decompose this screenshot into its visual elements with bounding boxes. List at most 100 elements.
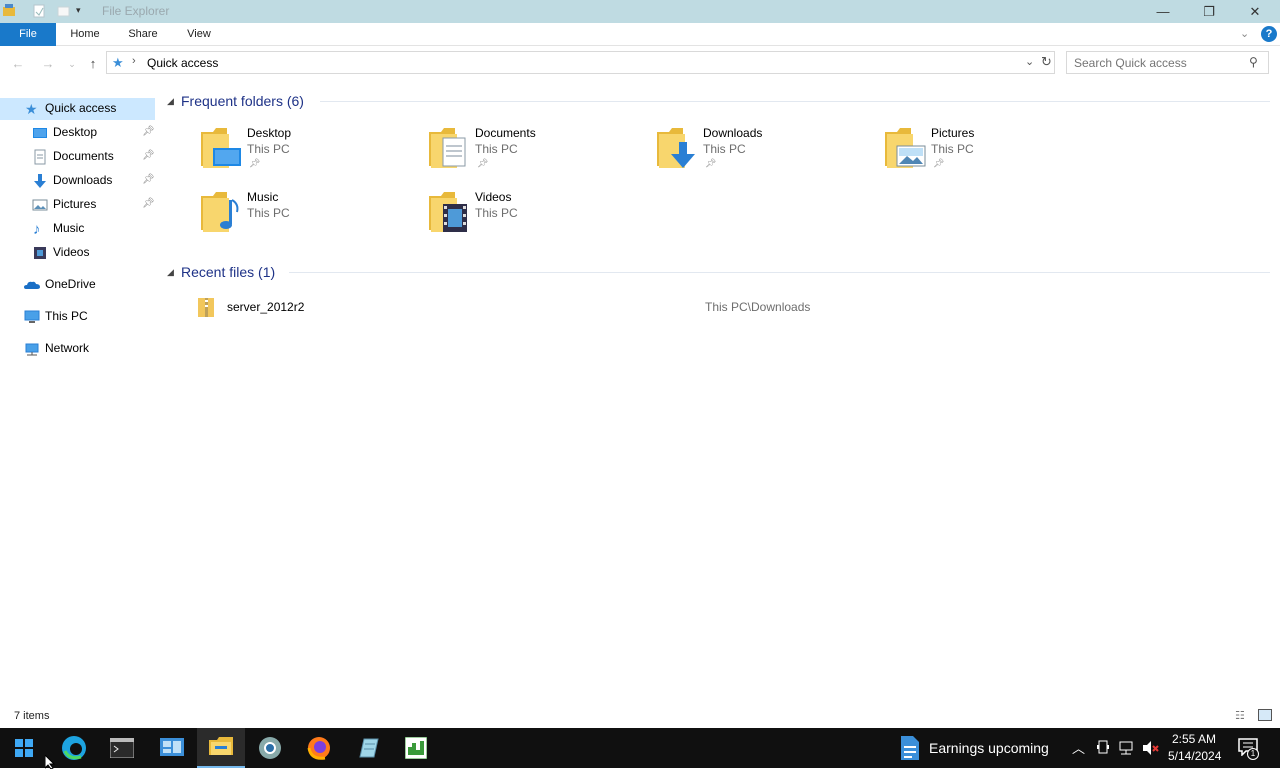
help-icon[interactable]: ? xyxy=(1261,26,1277,42)
computer-icon xyxy=(24,309,40,325)
folder-location: This PC xyxy=(931,142,974,156)
clock-date[interactable]: 5/14/2024 xyxy=(1168,749,1221,763)
sidebar-item-music[interactable]: ♪ Music xyxy=(0,218,155,240)
windows-logo-icon xyxy=(15,739,33,757)
sidebar-item-label: OneDrive xyxy=(45,277,96,291)
customize-toolbar-icon[interactable]: ▾ xyxy=(76,5,81,21)
pictures-icon xyxy=(32,197,48,213)
device-icon[interactable] xyxy=(1096,740,1110,756)
music-folder-icon xyxy=(201,192,239,232)
news-weather-icon[interactable] xyxy=(899,736,919,760)
chrome-icon xyxy=(259,737,281,759)
folder-tile-music[interactable]: Music This PC xyxy=(201,190,421,248)
taskbar-command-prompt[interactable] xyxy=(98,728,146,768)
videos-folder-icon xyxy=(429,192,467,232)
ribbon: File Home Share View ⌄ ? xyxy=(0,23,1280,46)
breadcrumb-chevron-icon[interactable]: › xyxy=(132,55,136,67)
sidebar-item-quick-access[interactable]: ★ Quick access xyxy=(0,98,155,120)
frequent-folders-header[interactable]: Frequent folders (6) xyxy=(181,93,304,109)
notification-center-button[interactable]: 1 xyxy=(1238,738,1260,760)
taskbar-notepad[interactable] xyxy=(344,728,392,768)
recent-files-header[interactable]: Recent files (1) xyxy=(181,264,275,280)
forward-arrow-icon[interactable]: → xyxy=(40,56,56,72)
firefox-icon xyxy=(307,737,330,760)
recent-locations-icon[interactable]: ⌄ xyxy=(64,56,80,72)
network-status-icon[interactable] xyxy=(1118,740,1136,756)
sidebar-item-onedrive[interactable]: OneDrive xyxy=(0,274,155,296)
zip-folder-icon xyxy=(198,298,214,317)
properties-icon[interactable] xyxy=(32,3,46,19)
divider xyxy=(320,101,1270,102)
title-bar: ▾ File Explorer — ❐ ✕ xyxy=(0,0,1280,23)
restore-button[interactable]: ❐ xyxy=(1186,0,1232,23)
clock-time[interactable]: 2:55 AM xyxy=(1172,732,1216,746)
pin-icon: 📌︎ xyxy=(142,150,155,161)
new-folder-icon[interactable] xyxy=(56,3,70,19)
pin-icon: 📌︎ xyxy=(933,158,945,168)
sidebar-item-label: Network xyxy=(45,341,90,355)
expand-ribbon-icon[interactable]: ⌄ xyxy=(1240,27,1249,40)
taskbar-chrome[interactable] xyxy=(246,728,294,768)
pin-icon: 📌︎ xyxy=(249,158,261,168)
search-input[interactable] xyxy=(1074,55,1244,70)
sidebar-item-network[interactable]: Network xyxy=(0,338,155,360)
collapse-group-icon[interactable]: ◢ xyxy=(167,96,174,107)
folder-tile-documents[interactable]: Documents This PC 📌︎ xyxy=(429,126,649,184)
tab-home[interactable]: Home xyxy=(64,23,106,46)
breadcrumb-quick-access[interactable]: Quick access xyxy=(147,56,218,70)
folder-tile-pictures[interactable]: Pictures This PC 📌︎ xyxy=(885,126,1105,184)
folder-tile-videos[interactable]: Videos This PC xyxy=(429,190,649,248)
videos-icon xyxy=(32,245,48,261)
sidebar-item-pictures[interactable]: Pictures 📌︎ xyxy=(0,194,155,216)
address-bar[interactable]: ★ › Quick access ⌄ ↻ xyxy=(106,51,1055,74)
navigation-bar: ← → ⌄ ↑ ★ › Quick access ⌄ ↻ ⚲ xyxy=(0,46,1280,80)
close-icon: ✕ xyxy=(1249,3,1261,19)
recent-file-row[interactable]: server_2012r2 This PC\Downloads xyxy=(195,295,835,317)
folder-tile-downloads[interactable]: Downloads This PC 📌︎ xyxy=(657,126,877,184)
search-icon[interactable]: ⚲ xyxy=(1249,55,1258,69)
details-view-icon[interactable]: ☷ xyxy=(1235,709,1245,722)
pin-icon: 📌︎ xyxy=(705,158,717,168)
volume-muted-icon[interactable] xyxy=(1142,740,1160,756)
desktop-folder-icon xyxy=(201,128,241,168)
minimize-button[interactable]: — xyxy=(1140,0,1186,23)
network-icon xyxy=(24,341,40,357)
file-explorer-icon xyxy=(209,737,233,755)
taskbar-server-manager[interactable] xyxy=(148,728,196,768)
sidebar-item-label: This PC xyxy=(45,309,88,323)
taskbar-firefox[interactable] xyxy=(295,728,343,768)
taskbar-task-manager[interactable] xyxy=(392,728,440,768)
sidebar-item-videos[interactable]: Videos xyxy=(0,242,155,264)
status-item-count: 7 items xyxy=(14,710,50,722)
sidebar-item-desktop[interactable]: Desktop 📌︎ xyxy=(0,122,155,144)
folder-tile-desktop[interactable]: Desktop This PC 📌︎ xyxy=(201,126,421,184)
back-arrow-icon[interactable]: ← xyxy=(10,56,26,72)
quick-access-star-icon: ★ xyxy=(25,101,38,117)
news-ticker[interactable]: Earnings upcoming xyxy=(929,740,1049,756)
sidebar-item-downloads[interactable]: Downloads 📌︎ xyxy=(0,170,155,192)
tab-file[interactable]: File xyxy=(0,23,56,46)
terminal-icon xyxy=(110,738,134,758)
refresh-icon[interactable]: ↻ xyxy=(1041,54,1052,70)
folder-name: Videos xyxy=(475,190,512,204)
large-icons-view-icon[interactable] xyxy=(1258,709,1272,721)
search-box[interactable]: ⚲ xyxy=(1066,51,1269,74)
address-dropdown-icon[interactable]: ⌄ xyxy=(1025,55,1034,68)
close-button[interactable]: ✕ xyxy=(1232,0,1278,23)
task-manager-icon xyxy=(405,737,427,759)
folder-location: This PC xyxy=(475,206,518,220)
start-button[interactable] xyxy=(0,728,48,768)
show-hidden-icons-icon[interactable]: ︿ xyxy=(1072,738,1085,757)
folder-location: This PC xyxy=(475,142,518,156)
collapse-group-icon[interactable]: ◢ xyxy=(167,267,174,278)
taskbar-file-explorer[interactable] xyxy=(197,728,245,768)
taskbar-edge[interactable] xyxy=(50,728,98,768)
pin-icon: 📌︎ xyxy=(142,126,155,137)
sidebar-item-documents[interactable]: Documents 📌︎ xyxy=(0,146,155,168)
tab-share[interactable]: Share xyxy=(124,23,162,46)
tab-view[interactable]: View xyxy=(180,23,218,46)
folder-location: This PC xyxy=(247,206,290,220)
sidebar-item-this-pc[interactable]: This PC xyxy=(0,306,155,328)
desktop-icon xyxy=(32,125,48,141)
up-arrow-icon[interactable]: ↑ xyxy=(85,56,101,72)
